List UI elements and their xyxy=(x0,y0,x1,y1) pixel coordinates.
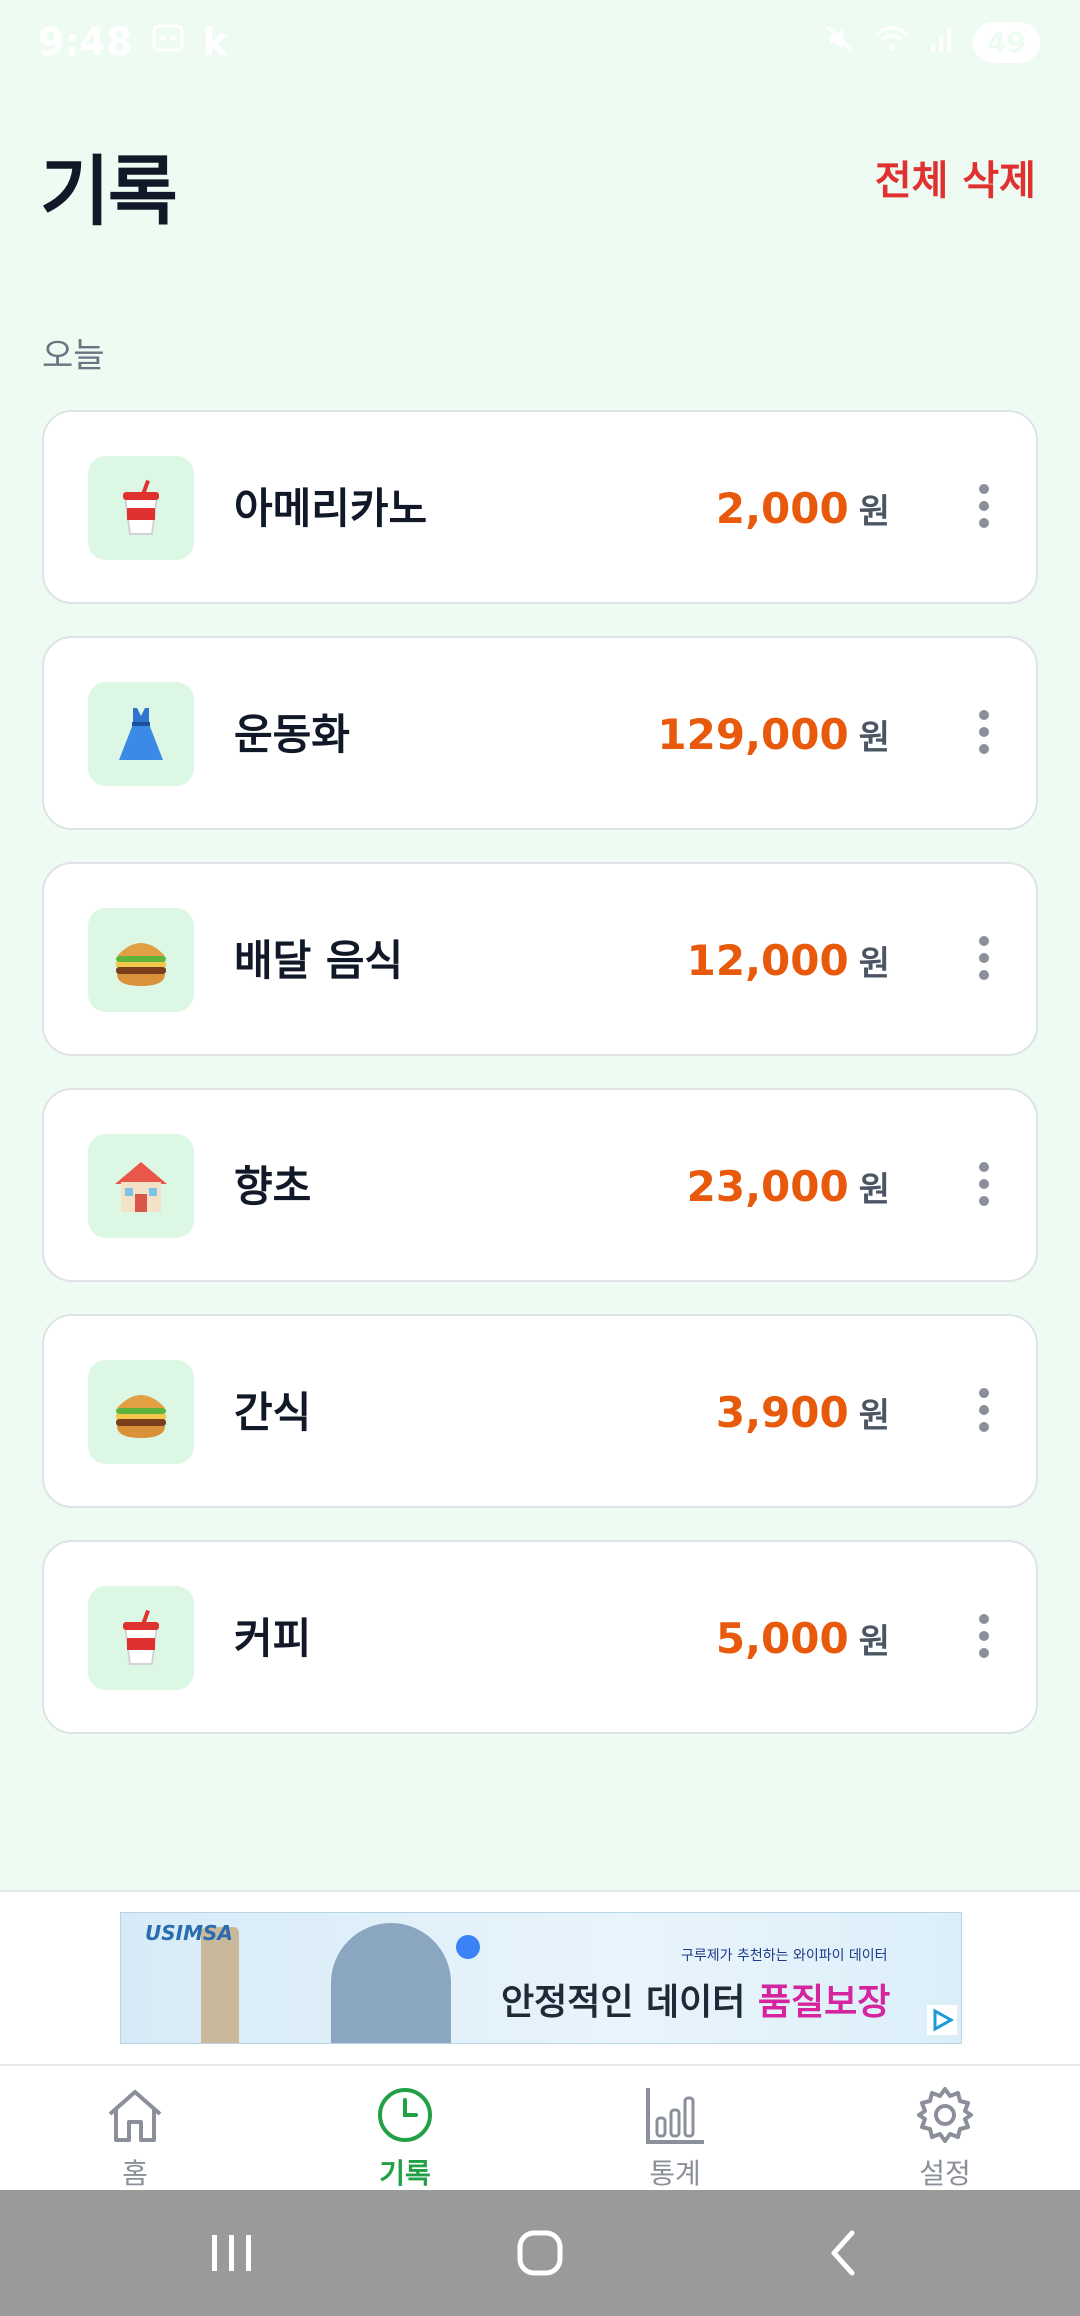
record-item[interactable]: 아메리카노 2,000 원 xyxy=(42,410,1038,604)
record-name: 운동화 xyxy=(234,710,350,759)
amount-value: 2,000 xyxy=(715,484,849,533)
back-button[interactable] xyxy=(660,2190,1020,2316)
record-item[interactable]: 배달 음식 12,000 원 xyxy=(42,862,1038,1056)
record-item[interactable]: 커피 5,000 원 xyxy=(42,1540,1038,1734)
signal-icon xyxy=(929,24,953,62)
record-name: 아메리카노 xyxy=(234,484,428,533)
status-bar: 9:48 k 49 xyxy=(0,0,1080,95)
header: 기록 전체 삭제 xyxy=(0,110,1080,240)
amount-value: 23,000 xyxy=(686,1162,849,1211)
amount-value: 12,000 xyxy=(686,936,849,985)
more-options-icon[interactable] xyxy=(974,484,994,532)
page-title: 기록 xyxy=(40,147,178,236)
mute-icon xyxy=(825,24,855,62)
amount-value: 129,000 xyxy=(657,710,849,759)
status-time: 9:48 xyxy=(38,20,133,64)
record-amount: 12,000 원 xyxy=(687,864,890,1067)
delete-all-button[interactable]: 전체 삭제 xyxy=(875,148,1036,206)
more-options-icon[interactable] xyxy=(974,1614,994,1662)
more-options-icon[interactable] xyxy=(974,936,994,984)
ad-headline-highlight: 품질보장 xyxy=(757,1982,891,2023)
ad-choices-icon[interactable] xyxy=(927,2005,957,2039)
record-list: 아메리카노 2,000 원 운동화 129,000 원 배달 음식 12,000 원 … xyxy=(42,410,1038,1766)
ad-subtext: 구루제가 추천하는 와이파이 데이터 xyxy=(681,1948,888,1964)
record-amount: 5,000 원 xyxy=(716,1542,890,1745)
currency-label: 원 xyxy=(858,492,890,532)
nav-label: 홈 xyxy=(122,2157,148,2190)
ad-brand: USIMSA xyxy=(145,1921,233,1945)
nav-label: 설정 xyxy=(919,2157,971,2190)
record-amount: 3,900 원 xyxy=(716,1316,890,1519)
currency-label: 원 xyxy=(858,718,890,758)
ad-headline-prefix: 안정적인 데이터 xyxy=(501,1982,758,2023)
ad-area: USIMSA 구루제가 추천하는 와이파이 데이터 안정적인 데이터 품질보장 xyxy=(0,1890,1080,2064)
ad-headline: 안정적인 데이터 품질보장 xyxy=(501,1973,890,2025)
currency-label: 원 xyxy=(858,1170,890,1210)
drink-cup-icon xyxy=(88,456,194,560)
nav-item-stats[interactable]: 통계 xyxy=(540,2066,810,2192)
currency-label: 원 xyxy=(858,1622,890,1662)
nav-item-home[interactable]: 홈 xyxy=(0,2066,270,2192)
burger-icon xyxy=(88,1360,194,1464)
record-item[interactable]: 향초 23,000 원 xyxy=(42,1088,1038,1282)
currency-label: 원 xyxy=(858,944,890,984)
system-nav-bar xyxy=(0,2190,1080,2316)
ad-banner[interactable]: USIMSA 구루제가 추천하는 와이파이 데이터 안정적인 데이터 품질보장 xyxy=(120,1912,962,2044)
record-amount: 23,000 원 xyxy=(687,1090,890,1293)
more-options-icon[interactable] xyxy=(974,1162,994,1210)
section-label-today: 오늘 xyxy=(42,336,105,376)
home-icon xyxy=(108,2090,162,2142)
gear-icon xyxy=(917,2087,973,2143)
record-amount: 2,000 원 xyxy=(716,412,890,615)
wifi-icon xyxy=(875,24,909,62)
more-options-icon[interactable] xyxy=(974,710,994,758)
record-item[interactable]: 운동화 129,000 원 xyxy=(42,636,1038,830)
back-chevron-icon xyxy=(831,2230,855,2276)
record-name: 배달 음식 xyxy=(234,936,404,985)
more-options-icon[interactable] xyxy=(974,1388,994,1436)
record-name: 향초 xyxy=(234,1162,312,1211)
clock-icon xyxy=(378,2088,432,2142)
bar-chart-icon xyxy=(646,2088,704,2144)
ad-person-image xyxy=(331,1923,451,2043)
amount-value: 5,000 xyxy=(715,1614,849,1663)
notification-icon xyxy=(151,20,185,64)
bottom-nav: 홈 기록 통계 설정 xyxy=(0,2064,1080,2192)
burger-icon xyxy=(88,908,194,1012)
amount-value: 3,900 xyxy=(715,1388,849,1437)
record-name: 간식 xyxy=(234,1388,312,1437)
verified-check-icon xyxy=(456,1935,480,1959)
dress-icon xyxy=(88,682,194,786)
house-icon xyxy=(88,1134,194,1238)
recent-apps-icon xyxy=(212,2235,251,2271)
home-circle-icon xyxy=(517,2230,563,2276)
nav-item-records[interactable]: 기록 xyxy=(270,2066,540,2192)
nav-label: 통계 xyxy=(649,2157,701,2190)
record-amount: 129,000 원 xyxy=(657,638,890,841)
nav-label: 기록 xyxy=(379,2157,431,2190)
record-item[interactable]: 간식 3,900 원 xyxy=(42,1314,1038,1508)
battery-indicator: 49 xyxy=(973,22,1040,63)
nav-item-settings[interactable]: 설정 xyxy=(810,2066,1080,2192)
drink-cup-icon xyxy=(88,1586,194,1690)
status-extra: k xyxy=(202,20,228,64)
currency-label: 원 xyxy=(858,1396,890,1436)
record-name: 커피 xyxy=(234,1614,312,1663)
